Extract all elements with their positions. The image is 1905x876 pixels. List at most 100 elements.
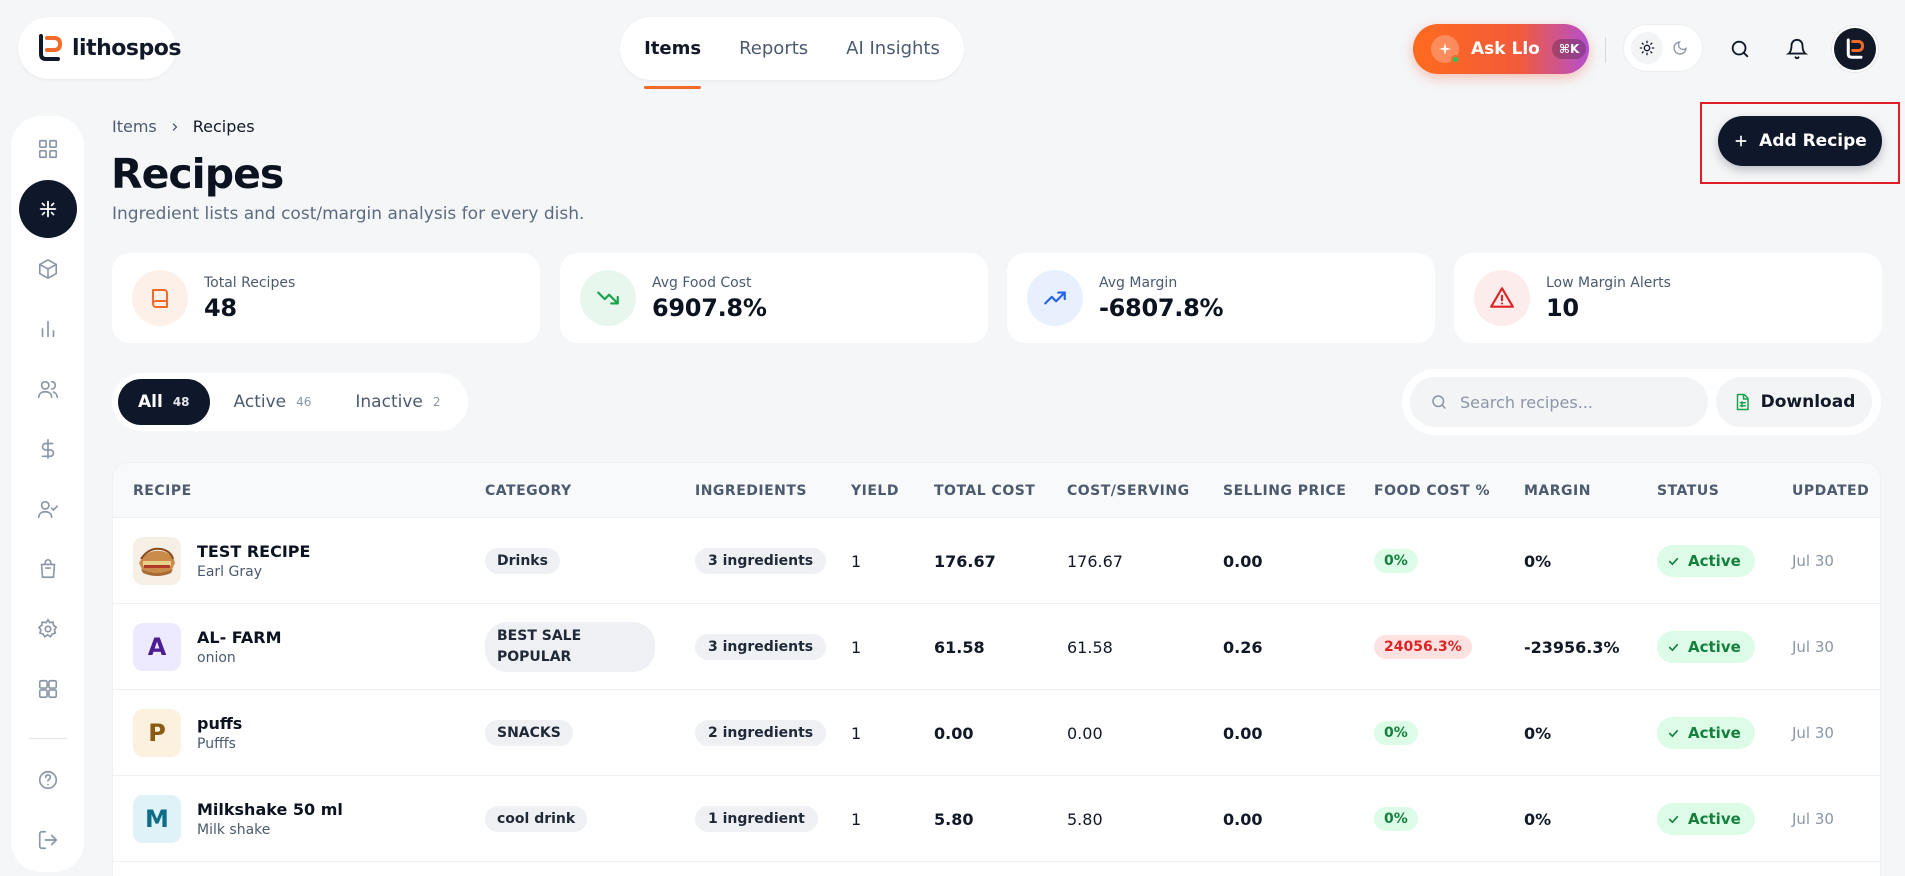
add-recipe-label: Add Recipe [1759,131,1867,151]
col-ingredients[interactable]: INGREDIENTS [695,463,807,518]
trending-up-icon [1027,270,1083,326]
selling-price-value: 0.00 [1223,809,1263,829]
yield-value: 1 [851,637,862,657]
sidebar-item-dashboard[interactable] [19,120,77,178]
brand-logo[interactable]: lithospos [18,17,181,79]
col-cost-serving[interactable]: COST/SERVING [1067,463,1190,518]
main-nav-tabs: Items Reports AI Insights [620,17,964,89]
stat-card-low-margin-alerts: Low Margin Alerts 10 [1454,253,1882,343]
category-badge: BEST SALE POPULAR [485,622,655,672]
sidebar-item-orders[interactable] [19,540,77,598]
table-row[interactable]: P puffs Pufffs SNACKS 2 ingredients 1 0.… [113,690,1880,776]
updated-date: Jul 30 [1792,724,1834,742]
search-box[interactable] [1410,377,1708,427]
check-icon [1667,813,1680,826]
sidebar [11,116,84,872]
filter-tab-inactive[interactable]: Inactive 2 [335,379,460,425]
page-subtitle: Ingredient lists and cost/margin analysi… [112,204,585,224]
col-recipe[interactable]: RECIPE [133,463,192,518]
search-icon[interactable] [1725,34,1755,64]
stat-value: -6807.8% [1099,293,1224,322]
spreadsheet-icon [1733,393,1751,411]
sidebar-item-recipes[interactable] [18,180,77,238]
filter-tab-all[interactable]: All 48 [118,379,210,425]
tab-items[interactable]: Items [644,17,701,89]
total-cost-value: 176.67 [934,551,996,571]
status-badge[interactable]: Active [1657,803,1755,835]
ingredients-badge[interactable]: 2 ingredients [695,720,827,746]
col-margin[interactable]: MARGIN [1524,463,1591,518]
col-food-cost[interactable]: FOOD COST % [1374,463,1490,518]
col-yield[interactable]: YIELD [851,463,899,518]
dollar-icon [37,438,59,460]
shopping-bag-icon [37,558,59,580]
col-total-cost[interactable]: TOTAL COST [934,463,1035,518]
status-label: Active [1688,724,1741,742]
table-row[interactable]: A AL- FARM onion BEST SALE POPULAR 3 ing… [113,604,1880,690]
sidebar-item-staff[interactable] [19,480,77,538]
status-badge[interactable]: Active [1657,545,1755,577]
logout-icon [37,829,59,851]
sidebar-item-help[interactable] [19,751,77,809]
search-input[interactable] [1460,392,1690,412]
food-cost-badge: 0% [1374,721,1418,745]
lithospos-logo-icon [34,32,66,64]
check-icon [1667,727,1680,740]
food-cost-badge: 0% [1374,549,1418,573]
breadcrumb-items-link[interactable]: Items [112,117,157,136]
status-badge[interactable]: Active [1657,631,1755,663]
ask-llo-button[interactable]: Ask Llo ⌘K [1413,24,1589,74]
selling-price-value: 0.00 [1223,551,1263,571]
table-row[interactable]: M Milkshake 50 ml Milk shake cool drink … [113,776,1880,862]
yield-value: 1 [851,723,862,743]
tab-ai-insights[interactable]: AI Insights [846,17,940,80]
ingredients-badge[interactable]: 3 ingredients [695,634,827,660]
stat-value: 10 [1546,293,1579,322]
dashboard-grid-icon [37,138,59,160]
ingredients-badge[interactable]: 1 ingredient [695,806,818,832]
table-row[interactable]: TEST RECIPE Earl Gray Drinks 3 ingredien… [113,518,1880,604]
food-cost-badge: 0% [1374,807,1418,831]
download-label: Download [1760,392,1856,412]
check-icon [1667,641,1680,654]
filter-count: 2 [432,395,441,409]
stat-value: 48 [204,293,237,322]
total-cost-value: 5.80 [934,809,974,829]
settings-gear-icon [37,618,59,640]
ingredients-badge[interactable]: 3 ingredients [695,548,827,574]
filter-tab-active[interactable]: Active 46 [214,379,332,425]
filter-count: 48 [172,395,190,409]
add-recipe-button[interactable]: Add Recipe [1718,116,1882,166]
sidebar-item-inventory[interactable] [19,240,77,298]
sidebar-item-settings[interactable] [19,600,77,658]
status-label: Active [1688,810,1741,828]
total-cost-value: 61.58 [934,637,985,657]
col-selling-price[interactable]: SELLING PRICE [1223,463,1346,518]
sidebar-item-finance[interactable] [19,420,77,478]
sidebar-item-logout[interactable] [19,811,77,869]
moon-icon[interactable] [1664,32,1696,64]
recipes-icon [37,198,59,220]
tab-reports[interactable]: Reports [739,17,808,80]
bell-icon[interactable] [1782,34,1812,64]
updated-date: Jul 30 [1792,638,1834,656]
status-badge[interactable]: Active [1657,717,1755,749]
col-updated[interactable]: UPDATED [1792,463,1869,518]
sidebar-item-apps[interactable] [19,660,77,718]
download-button[interactable]: Download [1716,377,1872,427]
sun-icon[interactable] [1630,32,1663,64]
stat-label: Avg Margin [1099,274,1178,291]
col-status[interactable]: STATUS [1657,463,1719,518]
theme-toggle[interactable] [1623,24,1703,72]
status-label: Active [1688,638,1741,656]
recipe-initial-avatar: A [133,623,181,671]
col-category[interactable]: CATEGORY [485,463,572,518]
cost-serving-value: 5.80 [1067,809,1103,829]
brand-name: lithospos [72,35,181,61]
box-icon [37,258,59,280]
sidebar-item-analytics[interactable] [19,300,77,358]
sidebar-item-customers[interactable] [19,360,77,418]
stat-card-avg-margin: Avg Margin -6807.8% [1007,253,1435,343]
user-avatar[interactable] [1834,28,1876,70]
breadcrumb: Items Recipes [112,117,255,136]
